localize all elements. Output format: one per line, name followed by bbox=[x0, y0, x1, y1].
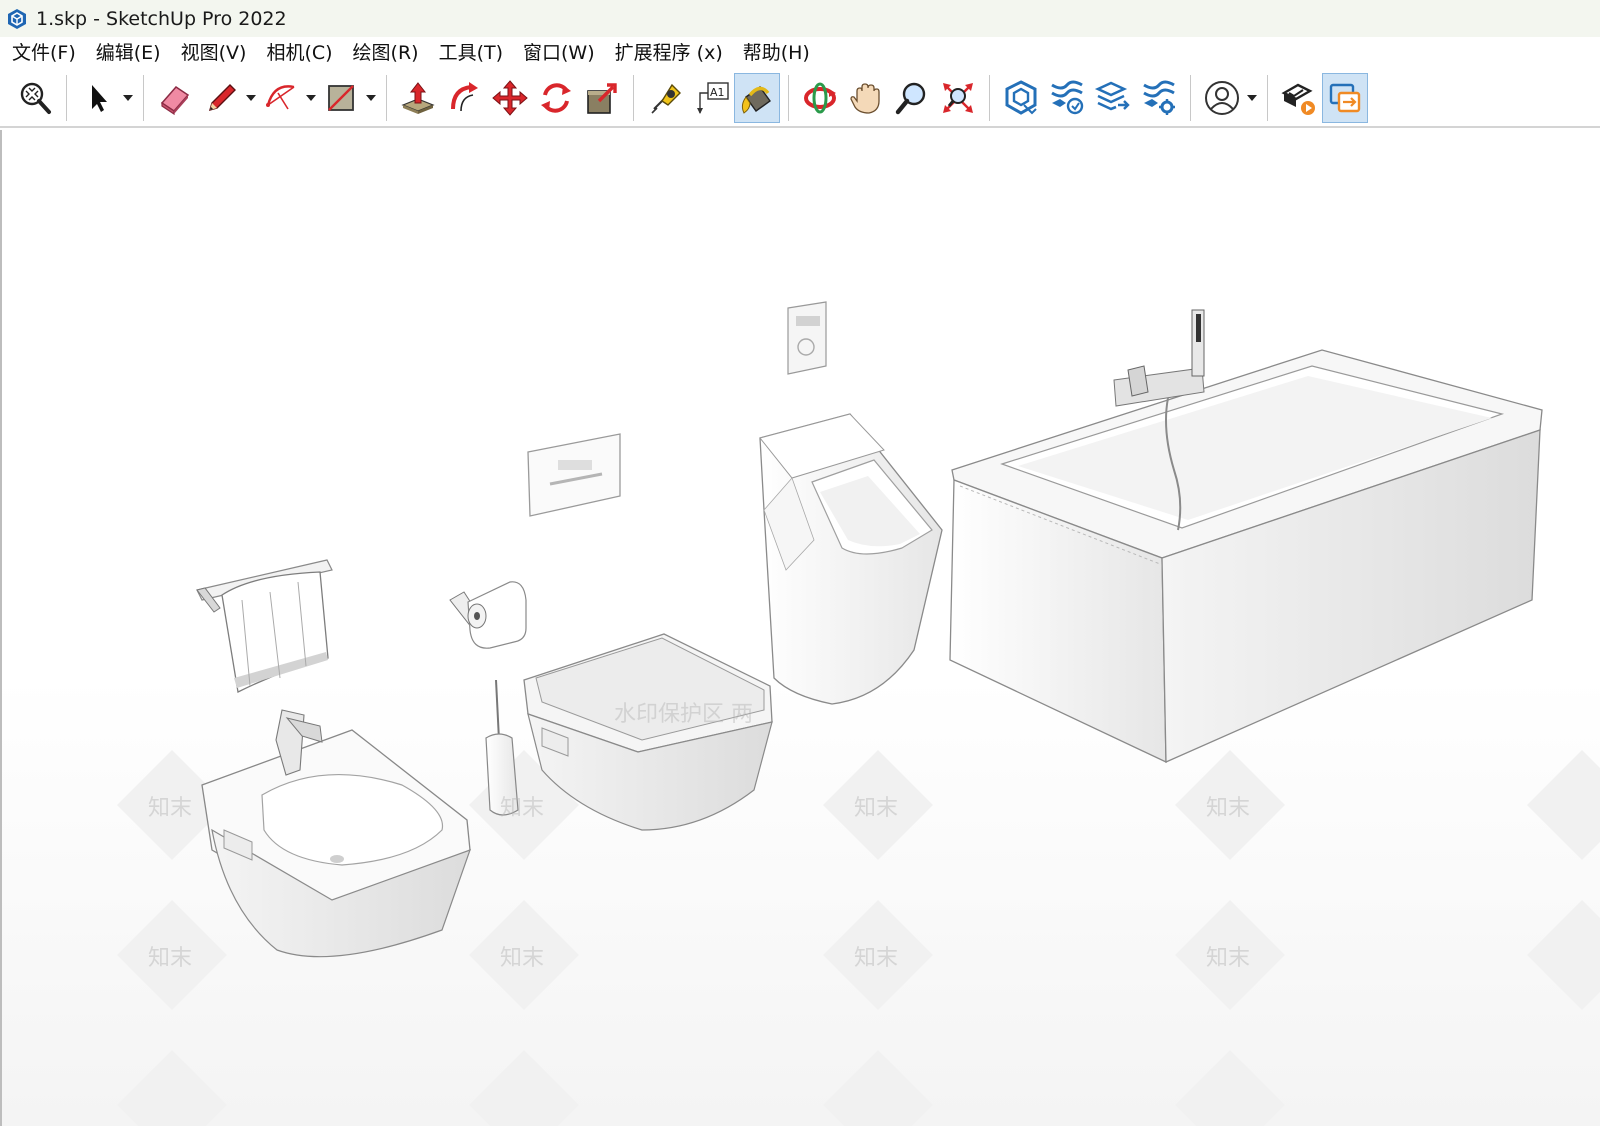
trimble-connect-icon bbox=[1281, 83, 1315, 115]
trimble-connect-button[interactable] bbox=[1276, 73, 1322, 123]
toolbar-separator bbox=[1267, 74, 1268, 121]
pencil-icon bbox=[208, 83, 236, 111]
model-viewport[interactable]: 水印保护区 两 知末 知末 知末 知末 知末 知末 知末 知末 bbox=[0, 130, 1600, 1126]
menu-tools[interactable]: 工具(T) bbox=[431, 38, 511, 68]
toolbar-separator bbox=[633, 74, 634, 121]
orbit-button[interactable] bbox=[797, 73, 843, 123]
scale-button[interactable] bbox=[579, 73, 625, 123]
menu-file[interactable]: 文件(F) bbox=[4, 38, 84, 68]
chevron-down-icon bbox=[246, 94, 256, 101]
push-pull-icon bbox=[401, 81, 435, 114]
layout-send-button[interactable] bbox=[1090, 73, 1136, 123]
menu-edit[interactable]: 编辑(E) bbox=[88, 38, 169, 68]
zoom-button[interactable] bbox=[889, 73, 935, 123]
rectangle-button[interactable] bbox=[318, 73, 364, 123]
zoom-window-icon bbox=[943, 82, 973, 113]
tape-measure-button[interactable] bbox=[642, 73, 688, 123]
watermark-tile-text: 知末 bbox=[500, 946, 545, 971]
share-model-button[interactable] bbox=[1322, 72, 1368, 123]
watermark-tile-text: 知末 bbox=[854, 796, 899, 821]
3d-warehouse-button[interactable] bbox=[998, 73, 1044, 123]
follow-me-icon bbox=[451, 81, 478, 111]
zoom-extents-button[interactable] bbox=[12, 73, 58, 123]
chevron-down-icon bbox=[366, 94, 376, 101]
rotate-icon bbox=[541, 82, 571, 113]
move-button[interactable] bbox=[487, 73, 533, 123]
watermark-tile-text: 知末 bbox=[854, 946, 899, 971]
rotate-button[interactable] bbox=[533, 73, 579, 123]
zoom-window-button[interactable] bbox=[935, 73, 981, 123]
menu-window[interactable]: 窗口(W) bbox=[515, 38, 603, 68]
follow-me-button[interactable] bbox=[441, 73, 487, 123]
3d-warehouse-icon bbox=[1005, 79, 1037, 115]
urinal-flush-plate-model bbox=[787, 301, 827, 375]
toolbar-separator bbox=[386, 74, 387, 121]
select-dropdown-button[interactable] bbox=[121, 73, 135, 123]
menu-camera[interactable]: 相机(C) bbox=[258, 38, 340, 68]
watermark-text: 水印保护区 两 bbox=[614, 702, 753, 727]
toolbar-separator bbox=[788, 74, 789, 121]
push-pull-button[interactable] bbox=[395, 73, 441, 123]
select-button[interactable] bbox=[75, 73, 121, 123]
layout-send-icon bbox=[1094, 81, 1130, 110]
scale-icon bbox=[587, 82, 617, 114]
menu-draw[interactable]: 绘图(R) bbox=[345, 38, 427, 68]
rectangle-dropdown-button[interactable] bbox=[364, 73, 378, 123]
pencil-button[interactable] bbox=[198, 73, 244, 123]
zoom-icon bbox=[895, 82, 926, 114]
text-button[interactable]: A1 bbox=[688, 73, 734, 123]
watermark-tile-text: 知末 bbox=[500, 796, 545, 821]
extension-warehouse-icon bbox=[1051, 80, 1084, 114]
arc-dropdown-button[interactable] bbox=[304, 73, 318, 123]
extension-manager-button[interactable] bbox=[1136, 73, 1182, 123]
window-title: 1.skp - SketchUp Pro 2022 bbox=[36, 7, 287, 30]
menu-help[interactable]: 帮助(H) bbox=[735, 38, 818, 68]
share-model-icon bbox=[1329, 83, 1361, 112]
pencil-dropdown-button[interactable] bbox=[244, 73, 258, 123]
toolbar-separator bbox=[1190, 74, 1191, 121]
toolbar-separator bbox=[143, 74, 144, 121]
eraser-button[interactable] bbox=[152, 73, 198, 123]
account-button[interactable] bbox=[1199, 73, 1245, 123]
extension-manager-icon bbox=[1143, 80, 1175, 115]
menu-bar: 文件(F) 编辑(E) 视图(V) 相机(C) 绘图(R) 工具(T) 窗口(W… bbox=[0, 37, 1600, 69]
pan-icon bbox=[850, 82, 880, 114]
title-bar: 1.skp - SketchUp Pro 2022 bbox=[0, 0, 1600, 37]
toolbar-separator bbox=[66, 74, 67, 121]
model-scene bbox=[2, 130, 1600, 1126]
extension-warehouse-button[interactable] bbox=[1044, 73, 1090, 123]
rectangle-icon bbox=[328, 84, 354, 111]
pan-button[interactable] bbox=[843, 73, 889, 123]
toolbar-separator bbox=[989, 74, 990, 121]
svg-text:A1: A1 bbox=[710, 86, 725, 99]
watermark-tile-text: 知末 bbox=[1206, 796, 1251, 821]
text-label-icon: A1 bbox=[697, 81, 729, 114]
sketchup-logo-icon bbox=[8, 8, 26, 29]
eraser-icon bbox=[160, 85, 190, 115]
menu-view[interactable]: 视图(V) bbox=[173, 38, 255, 68]
paint-bucket-icon bbox=[741, 85, 771, 114]
chevron-down-icon bbox=[1247, 94, 1257, 101]
zoom-extents-icon bbox=[20, 82, 51, 114]
account-dropdown-button[interactable] bbox=[1245, 73, 1259, 123]
chevron-down-icon bbox=[306, 94, 316, 101]
main-toolbar: A1 bbox=[0, 69, 1600, 128]
orbit-icon bbox=[804, 82, 836, 113]
paint-bucket-button[interactable] bbox=[734, 72, 780, 123]
tape-measure-icon bbox=[651, 83, 681, 114]
menu-extensions[interactable]: 扩展程序 (x) bbox=[607, 38, 731, 68]
chevron-down-icon bbox=[123, 94, 133, 101]
watermark-tile-text: 知末 bbox=[148, 796, 193, 821]
move-icon bbox=[492, 79, 528, 116]
arc-button[interactable] bbox=[258, 73, 304, 123]
arc-icon bbox=[266, 84, 295, 109]
account-icon bbox=[1205, 80, 1239, 115]
watermark-tile-text: 知末 bbox=[1206, 946, 1251, 971]
select-icon bbox=[92, 84, 107, 112]
watermark-tile-text: 知末 bbox=[148, 946, 193, 971]
